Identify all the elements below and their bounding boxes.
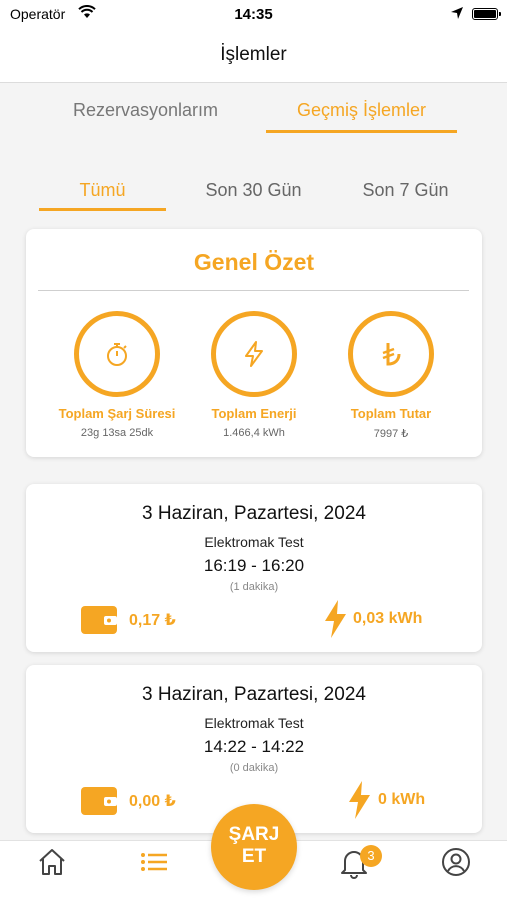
transaction-cost: 0,00 ₺ — [129, 793, 176, 810]
stat-value: 23g 13sa 25dk — [80, 427, 154, 439]
stat-total-energy: Toplam Enerji 1.466,4 kWh — [186, 311, 322, 439]
lira-icon — [348, 311, 434, 397]
transaction-time-range: 16:19 - 16:20 — [203, 556, 305, 575]
transaction-date: 3 Haziran, Pazartesi, 2024 — [142, 684, 366, 705]
summary-title: Genel Özet — [193, 249, 315, 275]
page-title: İşlemler — [220, 44, 287, 65]
location-arrow-icon — [451, 7, 463, 19]
filter-tab-all[interactable]: Tümü — [39, 180, 166, 201]
stat-value: 7997 ₺ — [373, 428, 409, 440]
wallet-icon — [81, 787, 117, 815]
active-tab-underline — [266, 130, 457, 133]
transaction-cost: 0,17 ₺ — [129, 612, 176, 629]
transaction-duration: (1 dakika) — [229, 581, 279, 593]
stopwatch-icon — [74, 311, 160, 397]
filter-tab-last-7-days[interactable]: Son 7 Gün — [342, 180, 469, 201]
home-icon[interactable] — [37, 847, 67, 877]
transaction-card[interactable]: 3 Haziran, Pazartesi, 2024 Elektromak Te… — [26, 484, 482, 652]
transaction-energy: 0,03 kWh — [353, 610, 423, 627]
summary-divider — [38, 290, 469, 291]
stat-total-amount: Toplam Tutar 7997 ₺ — [323, 311, 459, 440]
wallet-icon — [81, 606, 117, 634]
stat-value: 1.466,4 kWh — [223, 427, 285, 439]
transaction-date: 3 Haziran, Pazartesi, 2024 — [142, 503, 366, 524]
status-bar: Operatör 14:35 — [0, 0, 507, 28]
battery-icon — [472, 8, 501, 20]
stat-label: Toplam Şarj Süresi — [58, 406, 176, 421]
active-filter-underline — [39, 208, 166, 211]
transaction-time-range: 14:22 - 14:22 — [203, 737, 305, 756]
charge-button-line2: ET — [241, 846, 267, 867]
transaction-duration: (0 dakika) — [229, 762, 279, 774]
summary-card: Genel Özet Toplam Şarj Süresi 23g 13sa 2… — [26, 229, 482, 457]
transaction-energy: 0 kWh — [378, 791, 426, 808]
lightning-icon — [211, 311, 297, 397]
lightning-icon — [349, 781, 370, 819]
tab-reservations[interactable]: Rezervasyonlarım — [50, 100, 241, 121]
stat-label: Toplam Tutar — [350, 406, 432, 421]
charge-button[interactable]: ŞARJ ET — [211, 804, 297, 890]
profile-icon[interactable] — [441, 847, 471, 877]
charge-button-line1: ŞARJ — [228, 824, 280, 845]
status-time: 14:35 — [234, 6, 273, 23]
filter-tab-last-30-days[interactable]: Son 30 Gün — [190, 180, 317, 201]
station-name: Elektromak Test — [204, 715, 304, 731]
tab-past-transactions[interactable]: Geçmiş İşlemler — [266, 100, 457, 121]
notification-badge: 3 — [360, 845, 382, 867]
stat-label: Toplam Enerji — [211, 406, 297, 421]
stat-total-charge-time: Toplam Şarj Süresi 23g 13sa 25dk — [49, 311, 185, 439]
list-icon[interactable] — [140, 847, 168, 877]
lightning-icon — [325, 600, 346, 638]
navigation-bar: İşlemler — [0, 28, 507, 83]
station-name: Elektromak Test — [204, 534, 304, 550]
